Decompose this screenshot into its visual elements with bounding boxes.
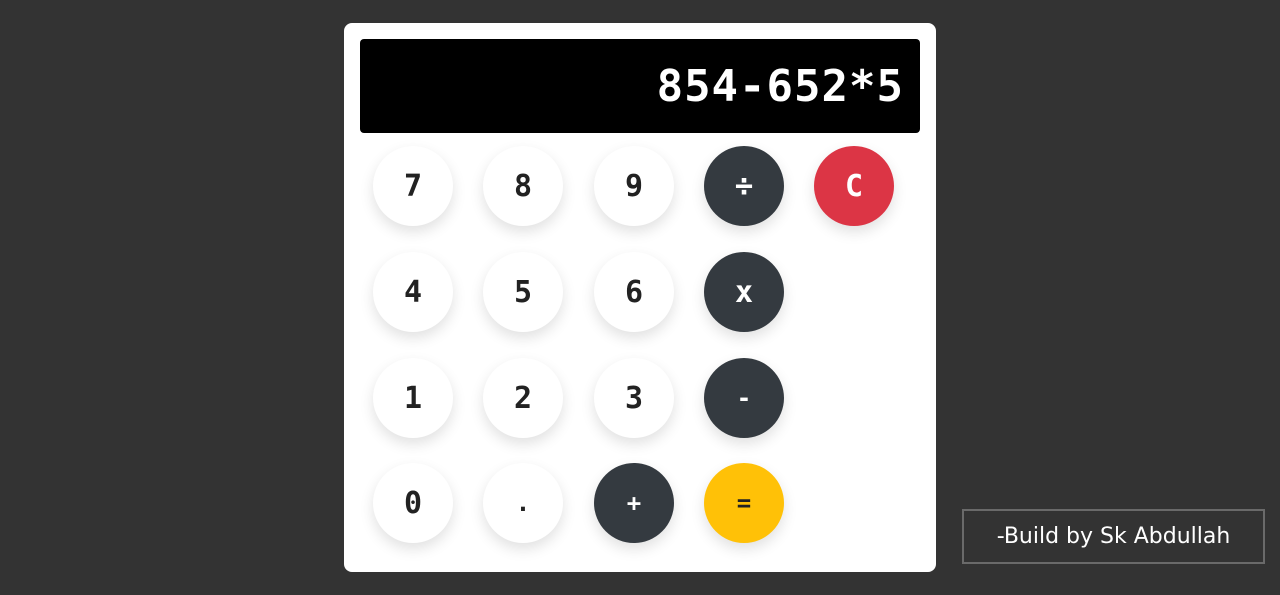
plus-button[interactable]: + (594, 463, 674, 543)
key-6[interactable]: 6 (594, 252, 674, 332)
key-9[interactable]: 9 (594, 146, 674, 226)
clear-button[interactable]: C (814, 146, 894, 226)
multiply-button[interactable]: x (704, 252, 784, 332)
key-8[interactable]: 8 (483, 146, 563, 226)
decimal-button[interactable]: . (483, 463, 563, 543)
calculator-display: 854-652*5 (360, 39, 920, 133)
minus-button[interactable]: - (704, 358, 784, 438)
key-0[interactable]: 0 (373, 463, 453, 543)
divide-button[interactable]: ÷ (704, 146, 784, 226)
key-2[interactable]: 2 (483, 358, 563, 438)
calculator: 854-652*5 7 8 9 ÷ C 4 5 6 x 1 2 3 - 0 . … (344, 23, 936, 572)
key-1[interactable]: 1 (373, 358, 453, 438)
key-3[interactable]: 3 (594, 358, 674, 438)
equals-button[interactable]: = (704, 463, 784, 543)
keypad: 7 8 9 ÷ C 4 5 6 x 1 2 3 - 0 . + = (373, 146, 903, 546)
key-7[interactable]: 7 (373, 146, 453, 226)
display-value: 854-652*5 (656, 60, 904, 112)
key-5[interactable]: 5 (483, 252, 563, 332)
key-4[interactable]: 4 (373, 252, 453, 332)
author-credit: -Build by Sk Abdullah (962, 509, 1265, 564)
